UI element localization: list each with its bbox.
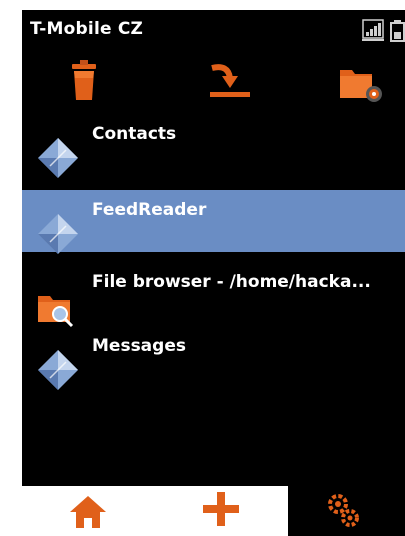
signal-strength-icon — [362, 19, 384, 41]
trash-icon — [72, 60, 96, 100]
list-item-label: File browser - /home/hacka... — [92, 272, 371, 292]
home-tab[interactable] — [22, 486, 155, 536]
app-diamond-icon — [38, 214, 78, 254]
import-icon — [210, 64, 250, 97]
list-item-file-browser[interactable]: File browser - /home/hacka... — [22, 262, 405, 328]
home-icon — [70, 496, 106, 528]
list-item-label: Messages — [92, 336, 186, 356]
toolbar — [22, 58, 405, 106]
phone-screen: T-Mobile CZ Contacts FeedReader File bro… — [22, 10, 405, 536]
list-item-label: FeedReader — [92, 200, 207, 220]
app-diamond-icon — [38, 138, 78, 178]
list-item-contacts[interactable]: Contacts — [22, 114, 405, 178]
battery-icon — [390, 20, 405, 42]
list-item-label: Contacts — [92, 124, 177, 144]
folder-settings-icon — [340, 70, 382, 102]
status-bar: T-Mobile CZ — [22, 10, 405, 52]
folder-settings-button[interactable] — [336, 58, 390, 106]
app-diamond-icon — [38, 350, 78, 390]
gears-icon — [328, 494, 359, 527]
list-item-feedreader[interactable]: FeedReader — [22, 190, 405, 254]
bottom-bar — [22, 486, 405, 536]
folder-search-icon — [38, 296, 74, 328]
carrier-name: T-Mobile CZ — [30, 19, 144, 39]
delete-button[interactable] — [62, 58, 116, 106]
import-button[interactable] — [202, 58, 256, 106]
add-tab[interactable] — [155, 486, 288, 536]
settings-tab[interactable] — [288, 486, 405, 536]
plus-icon — [203, 492, 239, 526]
list-item-messages[interactable]: Messages — [22, 326, 405, 390]
